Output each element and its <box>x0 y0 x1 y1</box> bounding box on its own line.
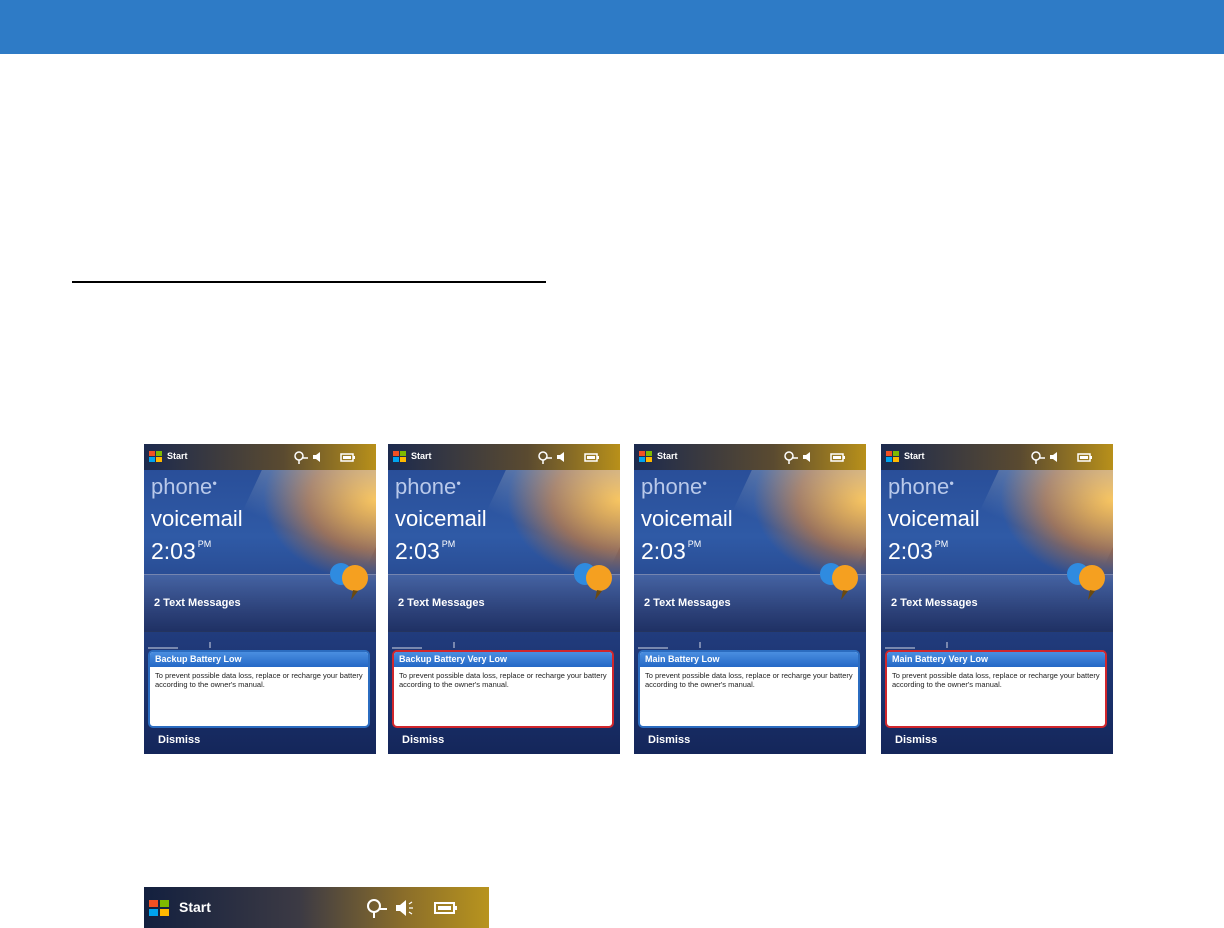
clock: 2:03 PM <box>395 538 456 564</box>
windows-logo-icon[interactable] <box>149 900 169 917</box>
text-messages-label[interactable]: 2 Text Messages <box>891 597 978 609</box>
next-item-stub <box>638 642 701 649</box>
battery-icon[interactable] <box>1077 450 1093 464</box>
dialog-message: To prevent possible data loss, replace o… <box>892 671 1100 689</box>
phone-label[interactable]: phone● <box>888 474 954 500</box>
status-bar: Start <box>388 444 620 470</box>
windows-logo-icon[interactable] <box>393 451 406 463</box>
battery-icon[interactable] <box>340 450 356 464</box>
windows-logo-icon[interactable] <box>886 451 899 463</box>
messages-icon <box>1067 563 1105 600</box>
phone-marker: ● <box>212 478 218 488</box>
phone-marker: ● <box>456 478 462 488</box>
messages-icon <box>574 563 612 600</box>
connectivity-icon[interactable] <box>293 450 309 464</box>
voicemail-label[interactable]: voicemail <box>151 506 243 532</box>
notification-dialog: Main Battery Very Low To prevent possibl… <box>885 650 1107 728</box>
speaker-icon[interactable] <box>395 898 413 918</box>
header-bar <box>0 0 1224 54</box>
battery-icon[interactable] <box>434 898 458 918</box>
start-label[interactable]: Start <box>657 451 678 461</box>
dismiss-softkey[interactable]: Dismiss <box>158 734 200 746</box>
messages-icon <box>330 563 368 600</box>
voicemail-label[interactable]: voicemail <box>641 506 733 532</box>
clock: 2:03 PM <box>888 538 949 564</box>
clock: 2:03 PM <box>151 538 212 564</box>
dismiss-softkey[interactable]: Dismiss <box>895 734 937 746</box>
phone-label[interactable]: phone● <box>641 474 707 500</box>
battery-icon[interactable] <box>584 450 600 464</box>
status-bar: Start <box>634 444 866 470</box>
notification-dialog: Backup Battery Very Low To prevent possi… <box>392 650 614 728</box>
start-label[interactable]: Start <box>411 451 432 461</box>
device-screen-backup-battery-low: Start phone● voicemail 2:03 PM 2 Text Mes… <box>144 444 376 754</box>
text-messages-label[interactable]: 2 Text Messages <box>154 597 241 609</box>
status-bar: Start <box>881 444 1113 470</box>
messages-icon <box>820 563 858 600</box>
next-item-stub <box>392 642 455 649</box>
windows-logo-icon[interactable] <box>639 451 652 463</box>
notification-dialog: Main Battery Low To prevent possible dat… <box>638 650 860 728</box>
dialog-message: To prevent possible data loss, replace o… <box>645 671 853 689</box>
dialog-title: Backup Battery Very Low <box>394 652 612 667</box>
speaker-icon[interactable] <box>802 450 814 464</box>
phone-label[interactable]: phone● <box>151 474 217 500</box>
notification-dialog: Backup Battery Low To prevent possible d… <box>148 650 370 728</box>
connectivity-icon[interactable] <box>366 898 388 918</box>
text-messages-label[interactable]: 2 Text Messages <box>398 597 485 609</box>
speaker-icon[interactable] <box>1049 450 1061 464</box>
next-item-stub <box>885 642 948 649</box>
device-screen-main-battery-low: Start phone● voicemail 2:03 PM 2 Text Mes… <box>634 444 866 754</box>
start-label[interactable]: Start <box>179 899 211 915</box>
status-bar: Start <box>144 444 376 470</box>
start-label[interactable]: Start <box>904 451 925 461</box>
text-messages-label[interactable]: 2 Text Messages <box>644 597 731 609</box>
windows-logo-icon[interactable] <box>149 451 162 463</box>
connectivity-icon[interactable] <box>1030 450 1046 464</box>
section-rule <box>72 281 546 283</box>
voicemail-label[interactable]: voicemail <box>395 506 487 532</box>
dialog-title: Main Battery Very Low <box>887 652 1105 667</box>
connectivity-icon[interactable] <box>537 450 553 464</box>
connectivity-icon[interactable] <box>783 450 799 464</box>
dismiss-softkey[interactable]: Dismiss <box>402 734 444 746</box>
speaker-icon[interactable] <box>556 450 568 464</box>
device-screen-main-battery-very-low: Start phone● voicemail 2:03 PM 2 Text Mes… <box>881 444 1113 754</box>
dialog-message: To prevent possible data loss, replace o… <box>155 671 363 689</box>
phone-label[interactable]: phone● <box>395 474 461 500</box>
taskbar-screenshot: Start <box>144 887 489 928</box>
voicemail-label[interactable]: voicemail <box>888 506 980 532</box>
dismiss-softkey[interactable]: Dismiss <box>648 734 690 746</box>
battery-icon[interactable] <box>830 450 846 464</box>
clock: 2:03 PM <box>641 538 702 564</box>
phone-marker: ● <box>949 478 955 488</box>
dialog-title: Backup Battery Low <box>150 652 368 667</box>
dialog-message: To prevent possible data loss, replace o… <box>399 671 607 689</box>
phone-marker: ● <box>702 478 708 488</box>
start-label[interactable]: Start <box>167 451 188 461</box>
dialog-title: Main Battery Low <box>640 652 858 667</box>
next-item-stub <box>148 642 211 649</box>
device-screen-backup-battery-very-low: Start phone● voicemail 2:03 PM 2 Text Mes… <box>388 444 620 754</box>
speaker-icon[interactable] <box>312 450 324 464</box>
